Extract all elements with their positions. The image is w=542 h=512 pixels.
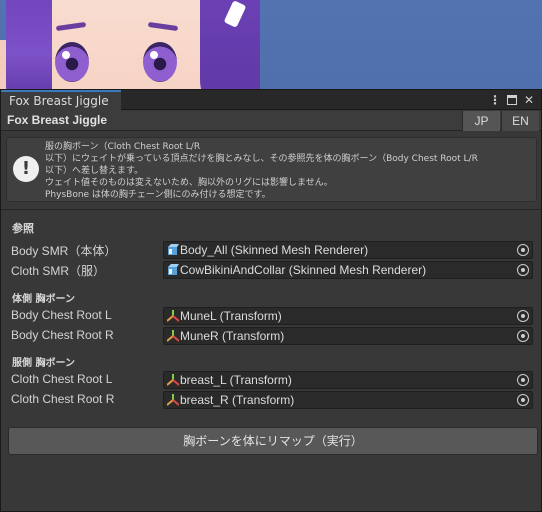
- window-tab[interactable]: Fox Breast Jiggle: [1, 90, 121, 111]
- help-text: 服の胸ボーン（Cloth Chest Root L/R 以下）にウェイトが乗って…: [45, 141, 533, 201]
- field-row-body-chest-l: Body Chest Root L MuneL (Transform): [1, 306, 541, 326]
- skinned-mesh-icon: [168, 264, 179, 275]
- close-icon[interactable]: ✕: [523, 92, 535, 108]
- divider: [1, 209, 541, 210]
- field-value: breast_L (Transform): [180, 373, 292, 387]
- character-eye-left: [55, 42, 89, 82]
- more-options-icon[interactable]: ⋮: [489, 92, 501, 108]
- transform-icon: [167, 374, 179, 386]
- help-line: 以下）へ差し替えます。: [45, 166, 144, 176]
- field-value: Body_All (Skinned Mesh Renderer): [180, 243, 369, 257]
- character-eye-right: [143, 42, 177, 82]
- header-bar: Fox Breast Jiggle JP EN: [1, 111, 541, 131]
- field-label: Cloth SMR（服）: [11, 264, 106, 278]
- language-en-button[interactable]: EN: [501, 111, 539, 131]
- info-icon: !: [13, 156, 39, 182]
- page-title: Fox Breast Jiggle: [7, 113, 108, 127]
- object-picker-icon[interactable]: [517, 310, 529, 322]
- help-line: 服の胸ボーン（Cloth Chest Root L/R: [45, 142, 201, 152]
- skinned-mesh-icon: [168, 244, 179, 255]
- field-value: MuneL (Transform): [180, 309, 282, 323]
- body-chest-root-l-field[interactable]: MuneL (Transform): [163, 307, 533, 325]
- field-row-cloth-chest-l: Cloth Chest Root L breast_L (Transform): [1, 370, 541, 390]
- section-header-cloth-chest: 服側 胸ボーン: [12, 358, 75, 369]
- help-line: 以下）にウェイトが乗っている頂点だけを胸とみなし、その参照先を体の胸ボーン（Bo…: [45, 154, 478, 164]
- field-label: Body Chest Root L: [11, 308, 112, 322]
- field-value: breast_R (Transform): [180, 393, 295, 407]
- cloth-chest-root-r-field[interactable]: breast_R (Transform): [163, 391, 533, 409]
- field-row-cloth-smr: Cloth SMR（服） CowBikiniAndCollar (Skinned…: [1, 260, 541, 280]
- object-picker-icon[interactable]: [517, 374, 529, 386]
- object-picker-icon[interactable]: [517, 330, 529, 342]
- cloth-smr-field[interactable]: CowBikiniAndCollar (Skinned Mesh Rendere…: [163, 261, 533, 279]
- field-row-cloth-chest-r: Cloth Chest Root R breast_R (Transform): [1, 390, 541, 410]
- window-tab-bar: Fox Breast Jiggle ⋮ ✕: [1, 90, 541, 111]
- help-line: PhysBone は体の胸チェーン側にのみ付ける想定です。: [45, 190, 271, 200]
- object-picker-icon[interactable]: [517, 264, 529, 276]
- transform-icon: [167, 330, 179, 342]
- language-jp-button[interactable]: JP: [462, 111, 500, 131]
- body-chest-root-r-field[interactable]: MuneR (Transform): [163, 327, 533, 345]
- section-header-references: 参照: [12, 222, 34, 235]
- field-value: MuneR (Transform): [180, 329, 285, 343]
- field-label: Body Chest Root R: [11, 328, 114, 342]
- cloth-chest-root-l-field[interactable]: breast_L (Transform): [163, 371, 533, 389]
- object-picker-icon[interactable]: [517, 394, 529, 406]
- section-header-body-chest: 体側 胸ボーン: [12, 294, 75, 305]
- field-row-body-smr: Body SMR（本体） Body_All (Skinned Mesh Rend…: [1, 240, 541, 260]
- transform-icon: [167, 394, 179, 406]
- remap-execute-button[interactable]: 胸ボーンを体にリマップ（実行）: [8, 427, 538, 455]
- maximize-icon[interactable]: [507, 95, 517, 105]
- object-picker-icon[interactable]: [517, 244, 529, 256]
- field-label: Cloth Chest Root R: [11, 392, 115, 406]
- field-label: Body SMR（本体）: [11, 244, 117, 258]
- field-row-body-chest-r: Body Chest Root R MuneR (Transform): [1, 326, 541, 346]
- body-smr-field[interactable]: Body_All (Skinned Mesh Renderer): [163, 241, 533, 259]
- help-line: ウェイト値そのものは変えないため、胸以外のリグには影響しません。: [45, 178, 333, 188]
- transform-icon: [167, 310, 179, 322]
- window-controls: ⋮ ✕: [489, 92, 535, 108]
- help-box: ! 服の胸ボーン（Cloth Chest Root L/R 以下）にウェイトが乗…: [6, 137, 537, 202]
- field-value: CowBikiniAndCollar (Skinned Mesh Rendere…: [180, 263, 427, 277]
- field-label: Cloth Chest Root L: [11, 372, 113, 386]
- editor-window: Fox Breast Jiggle ⋮ ✕ Fox Breast Jiggle …: [0, 89, 542, 512]
